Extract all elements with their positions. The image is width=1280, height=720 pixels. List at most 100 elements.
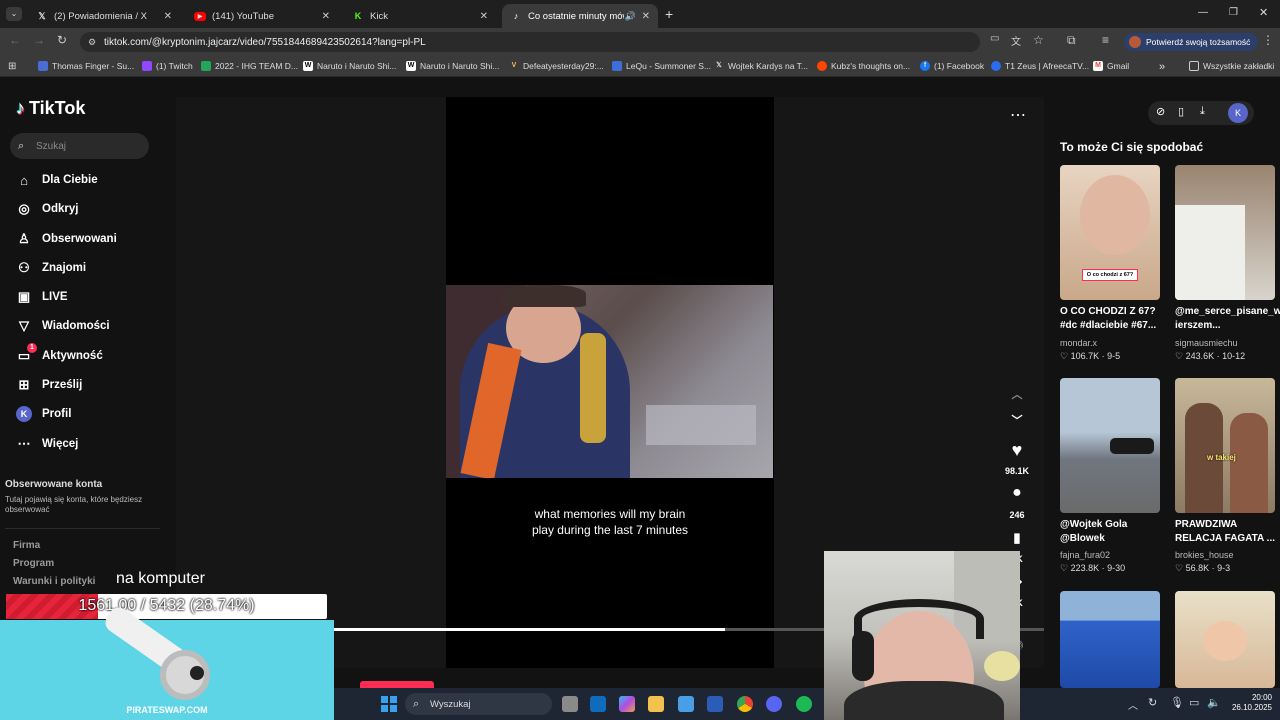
verify-identity-button[interactable]: Potwierdź swoją tożsamość [1124,33,1259,51]
all-bookmarks[interactable]: Wszystkie zakładki [1189,61,1274,71]
nav-friends[interactable]: ⚇ Znajomi [16,260,86,276]
store-icon[interactable] [678,696,694,712]
tab-list-icon[interactable]: ⌄ [6,7,22,21]
search-input[interactable]: ⌕ Szukaj [10,133,149,159]
bookmark-icon[interactable]: ▮ [1004,530,1030,546]
comment-icon[interactable]: ● [1004,484,1030,502]
nav-messages[interactable]: ▽ Wiadomości [16,318,110,334]
close-icon[interactable]: ✕ [642,11,650,22]
copilot-icon[interactable] [619,696,635,712]
tiktok-logo[interactable]: ♪ TikTok [16,98,85,119]
windows-start-icon[interactable] [381,696,397,712]
bookmark[interactable]: LeQu - Summoner S... [612,61,711,71]
bookmark[interactable]: 𝕏 Wojtek Kardys na T... [714,61,808,71]
bookmark[interactable]: f (1) Facebook [920,61,984,71]
recommendation-title[interactable]: @Wojtek Gola @Blowek [1060,518,1164,546]
recommendation-author[interactable]: fajna_fura02 [1060,550,1110,560]
tray-chevron-icon[interactable]: ︿ [1128,697,1138,712]
nav-profile[interactable]: K Profil [16,406,71,422]
bookmark-label: Wojtek Kardys na T... [728,61,808,71]
recommendation-title[interactable]: PRAWDZIWA RELACJA FAGATA ... [1175,518,1279,546]
bookmark[interactable]: (1) Twitch [142,61,193,71]
taskbar-clock[interactable]: 20:00 26.10.2025 [1226,693,1272,713]
task-view-icon[interactable] [562,696,578,712]
recommendation-thumbnail[interactable] [1060,378,1160,513]
bookmark[interactable]: V Defeatyesterday29:... [509,61,604,71]
display-icon[interactable]: ▭ [1189,696,1199,709]
recommendation-thumbnail[interactable]: w takiej [1175,378,1275,513]
forward-icon[interactable]: → [33,33,45,47]
site-info-icon[interactable]: ⚙ [88,37,96,48]
more-bookmarks-icon[interactable]: » [1159,61,1165,73]
footer-link[interactable]: Warunki i polityki [13,576,95,587]
coin-icon[interactable]: ⊘ [1156,105,1165,118]
cast-icon[interactable]: ▭ [990,33,999,44]
reload-icon[interactable]: ↻ [57,33,67,47]
recommendation-thumbnail[interactable] [1175,165,1275,300]
nav-activity[interactable]: ▭ 1 Aktywność [16,343,103,364]
recommendation-thumbnail[interactable] [1175,591,1275,688]
nav-for-you[interactable]: ⌂ Dla Ciebie [16,172,98,188]
download-icon[interactable]: ⤓ [1200,105,1205,118]
footer-link[interactable]: Program [13,558,54,569]
tab-kick[interactable]: K Kick ✕ [344,4,496,28]
next-video-icon[interactable]: ﹀ [1004,412,1030,428]
tab-x[interactable]: 𝕏 (2) Powiadomienia / X ✕ [28,4,180,28]
extensions-icon[interactable]: ⧉ [1067,33,1076,48]
close-icon[interactable]: ✕ [480,11,488,22]
nav-live[interactable]: ▣ LIVE [16,289,68,305]
recommendation-thumbnail[interactable]: O co chodzi z 67? [1060,165,1160,300]
heart-icon: ♡ [1175,563,1186,573]
bookmark[interactable]: T1 Zeus | AfreecaTV... [991,61,1089,71]
app-icon[interactable] [707,696,723,712]
outlook-icon[interactable] [590,696,606,712]
address-bar[interactable]: ⚙ tiktok.com/@kryptonim.jajcarz/video/75… [80,32,980,52]
bookmark[interactable]: Thomas Finger - Su... [38,61,134,71]
restore-icon[interactable]: ❐ [1229,7,1238,18]
close-icon[interactable]: ✕ [322,11,330,22]
spotify-icon[interactable] [796,696,812,712]
nav-label: LIVE [42,291,68,303]
nav-upload[interactable]: ⊞ Prześlij [16,377,83,393]
sync-icon[interactable]: ↻ [1148,696,1157,709]
tab-youtube[interactable]: ▶ (141) YouTube ✕ [186,4,338,28]
previous-video-icon[interactable]: ︿ [1004,386,1030,402]
recommendation-author[interactable]: mondar.x [1060,338,1097,348]
recommendation-title[interactable]: @me_serce_pisane_w ierszem... [1175,305,1280,333]
nav-following[interactable]: ♙ Obserwowani [16,231,117,247]
minimize-icon[interactable]: — [1198,7,1208,18]
file-explorer-icon[interactable] [648,696,664,712]
translate-icon[interactable]: 文 [1011,33,1021,48]
tab-tiktok[interactable]: ♪ Co ostatnie minuty mówią o... 🔊 ✕ [502,4,658,28]
menu-icon[interactable]: ⋮ [1262,33,1274,47]
chrome-icon[interactable] [737,696,753,712]
avatar[interactable]: K [1228,103,1248,123]
bookmark[interactable]: Kubz's thoughts on... [817,61,910,71]
like-icon[interactable]: ♥ [1004,440,1030,461]
back-icon[interactable]: ← [9,33,21,47]
recommendation-thumbnail[interactable] [1060,591,1160,688]
speaker-icon[interactable]: 🔊 [625,11,636,22]
recommendation-title[interactable]: O CO CHODZI Z 67? #dc #dlaciebie #67... [1060,305,1164,333]
bookmark[interactable]: 2022 - IHG TEAM D... [201,61,298,71]
taskbar-search[interactable]: ⌕ Wyszukaj [405,693,552,715]
footer-link[interactable]: Firma [13,540,40,551]
recommendation-author[interactable]: sigmausmiechu [1175,338,1238,348]
new-tab-icon[interactable]: + [665,6,673,22]
microphone-icon[interactable]: 🎙 [1170,696,1184,709]
nav-explore[interactable]: ◎ Odkryj [16,201,78,217]
recommendation-author[interactable]: brokies_house [1175,550,1234,560]
bookmark[interactable]: M Gmail [1093,61,1129,71]
bookmark[interactable]: W Naruto i Naruto Shi... [303,61,396,71]
bookmark-star-icon[interactable]: ☆ [1033,33,1044,47]
close-icon[interactable]: ✕ [164,11,172,22]
bookmark[interactable]: W Naruto i Naruto Shi... [406,61,499,71]
more-options-icon[interactable]: ⋯ [1010,105,1026,125]
phone-icon[interactable]: ▯ [1178,105,1184,118]
nav-more[interactable]: ⋯ Więcej [16,436,79,452]
apps-icon[interactable]: ⊞ [8,61,16,72]
reading-list-icon[interactable]: ≡ [1102,33,1109,47]
volume-tray-icon[interactable]: 🔈 [1207,696,1221,709]
window-close-icon[interactable]: ✕ [1259,6,1268,19]
discord-icon[interactable] [766,696,782,712]
